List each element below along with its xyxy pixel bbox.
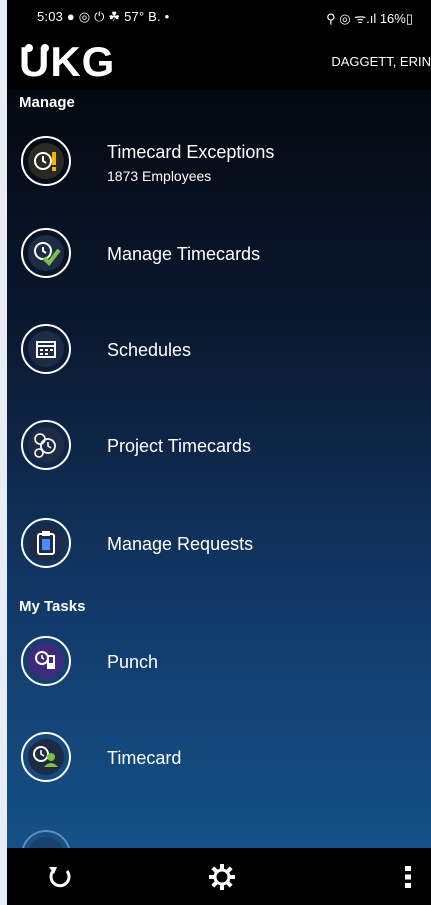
menu-label: Schedules: [107, 340, 192, 360]
status-right: ⚲ ◎ ᯤ.ıl 16%▯: [326, 11, 413, 26]
timecard-icon: [21, 732, 71, 782]
menu-item-project-timecards[interactable]: Project Timecards: [7, 410, 431, 480]
menu-label: Manage Timecards: [107, 244, 261, 264]
more-vert-icon[interactable]: [393, 862, 423, 892]
logo-dot-right: [41, 44, 49, 52]
status-bar: 5:03 ● ◎ ⏻ ☘ 57° B. • ⚲ ◎ ᯤ.ıl 16%▯: [7, 0, 431, 36]
status-left: 5:03 ● ◎ ⏻ ☘ 57° B. •: [37, 9, 170, 24]
ukg-logo: UKG: [19, 38, 115, 86]
timecard-exceptions-icon: [21, 136, 71, 186]
menu-item-manage-timecards[interactable]: Manage Timecards: [7, 218, 431, 288]
menu-sublabel: 1873 Employees: [107, 168, 212, 184]
user-name[interactable]: DAGGETT, ERIN: [331, 54, 431, 69]
menu-label: Manage Requests: [107, 534, 254, 554]
section-manage: Manage: [19, 94, 75, 111]
menu-label: Timecard Exceptions: [107, 142, 275, 162]
requests-icon: [21, 518, 71, 568]
bottom-bar: [7, 848, 431, 905]
logo-dot-left: [25, 44, 33, 52]
menu-item-timecard-exceptions[interactable]: Timecard Exceptions 1873 Employees: [7, 126, 431, 196]
calendar-icon: [21, 324, 71, 374]
left-edge: [0, 0, 7, 905]
refresh-icon[interactable]: [45, 862, 75, 892]
menu-item-punch[interactable]: Punch: [7, 626, 431, 696]
menu-label: Timecard: [107, 748, 182, 768]
logo-text: UKG: [19, 38, 116, 85]
menu-item-partial[interactable]: [7, 820, 431, 848]
calendar-icon: [21, 830, 71, 848]
menu-label: Punch: [107, 652, 159, 672]
app-header: UKG DAGGETT, ERIN: [7, 36, 431, 90]
project-timecards-icon: [21, 420, 71, 470]
manage-timecards-icon: [21, 228, 71, 278]
menu-label: Project Timecards: [107, 436, 252, 456]
main-content: Manage Timecard Exceptions 1873 Employee…: [7, 90, 431, 848]
gear-icon[interactable]: [207, 862, 237, 892]
menu-item-schedules[interactable]: Schedules: [7, 314, 431, 384]
punch-icon: [21, 636, 71, 686]
menu-item-manage-requests[interactable]: Manage Requests: [7, 508, 431, 578]
section-my-tasks: My Tasks: [19, 598, 86, 615]
menu-item-timecard[interactable]: Timecard: [7, 722, 431, 792]
